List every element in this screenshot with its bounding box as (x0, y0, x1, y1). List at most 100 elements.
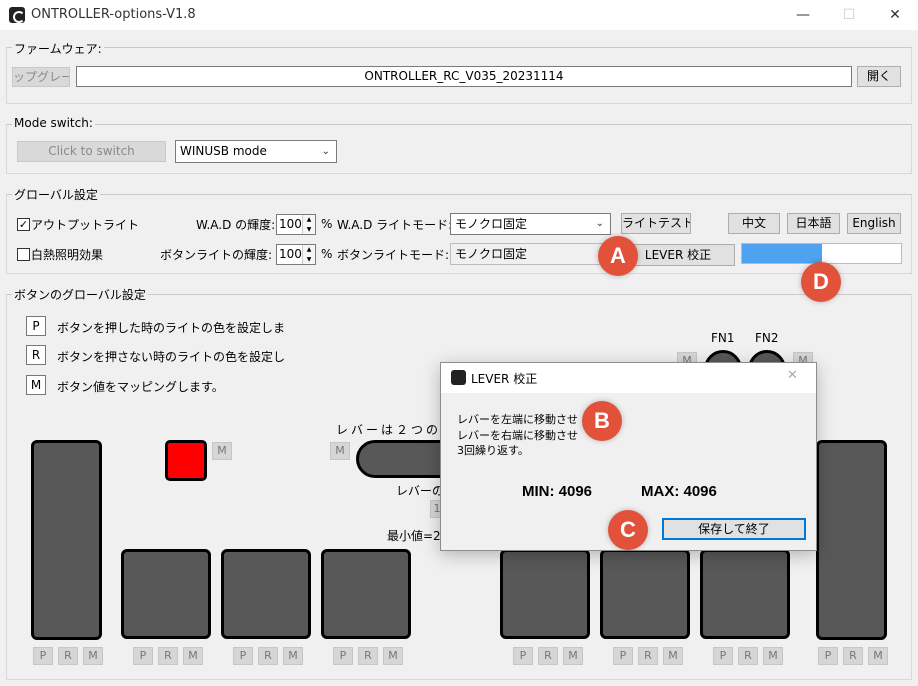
upgrade-button[interactable]: ップグレー (12, 67, 70, 87)
wad-mode-label: W.A.D ライトモード: (337, 218, 453, 232)
open-button[interactable]: 開く (857, 66, 901, 87)
fn2-label: FN2 (755, 331, 779, 345)
button-brightness-label: ボタンライトの輝度: (160, 248, 273, 262)
pad-2[interactable] (221, 549, 311, 639)
pad-r-button[interactable]: R (638, 647, 658, 665)
right-side-pad[interactable] (816, 440, 887, 640)
spin-up-icon[interactable]: ▲ (302, 245, 315, 255)
legend-text-p: ボタンを押した時のライトの色を設定しま (57, 321, 286, 335)
lang-chinese-button[interactable]: 中文 (728, 213, 780, 234)
button-mode-label: ボタンライトモード: (337, 248, 450, 262)
pad-r-button[interactable]: R (358, 647, 378, 665)
legend-key-m: M (26, 375, 46, 395)
legend-text-m: ボタン値をマッピングします。 (57, 380, 224, 394)
chevron-down-icon: ⌄ (321, 146, 330, 157)
spin-up-icon[interactable]: ▲ (302, 215, 315, 225)
dialog-title: LEVER 校正 (471, 372, 538, 386)
progress-fill (742, 244, 822, 263)
title-bar: ONTROLLER-options-V1.8 — ☐ ✕ (0, 0, 918, 30)
pad-m-button[interactable]: M (383, 647, 403, 665)
pad-r-button[interactable]: R (738, 647, 758, 665)
annotation-badge-d: D (801, 262, 841, 302)
wad-mode-value: モノクロ固定 (455, 217, 528, 231)
spin-down-icon[interactable]: ▼ (302, 254, 315, 264)
legend-key-p: P (26, 316, 46, 336)
click-to-switch-button[interactable]: Click to switch (17, 141, 166, 162)
pad-m-button[interactable]: M (83, 647, 103, 665)
lever-text-2: レバーの (396, 484, 445, 498)
pad-1[interactable] (121, 549, 211, 639)
button-global-label: ボタンのグローバル設定 (12, 286, 148, 303)
minimize-button[interactable]: — (780, 0, 826, 30)
progress-bar (741, 243, 902, 264)
incandescent-checkbox[interactable] (17, 248, 30, 261)
legend-text-r: ボタンを押さない時のライトの色を設定し (57, 350, 286, 364)
pad-m-button[interactable]: M (663, 647, 683, 665)
dialog-close-icon[interactable]: ✕ (787, 368, 798, 383)
mode-switch-label: Mode switch: (12, 116, 95, 130)
mode-select-value: WINUSB mode (180, 144, 267, 158)
maximize-button[interactable]: ☐ (826, 0, 872, 30)
pad-p-button[interactable]: P (818, 647, 838, 665)
spin-down-icon[interactable]: ▼ (302, 224, 315, 234)
pad-6[interactable] (700, 549, 790, 639)
pad-3[interactable] (321, 549, 411, 639)
close-button[interactable]: ✕ (872, 0, 918, 30)
button-percent: % (321, 247, 333, 261)
chevron-down-icon: ⌄ (595, 218, 604, 229)
dialog-instruction-3: 3回繰り返す。 (457, 444, 529, 457)
global-settings-label: グローバル設定 (12, 186, 100, 203)
button-mode-select[interactable]: モノクロ固定 (450, 243, 611, 265)
pad-r-button[interactable]: R (538, 647, 558, 665)
pad-m-button[interactable]: M (763, 647, 783, 665)
button-brightness-value: 100 (279, 247, 302, 261)
lang-japanese-button[interactable]: 日本語 (787, 213, 840, 234)
output-light-checkbox[interactable]: ✓ (17, 218, 30, 231)
dialog-instruction-1: レバーを左端に移動させ (457, 413, 578, 426)
fn1-label: FN1 (711, 331, 735, 345)
pad-p-button[interactable]: P (333, 647, 353, 665)
light-test-button[interactable]: ライトテスト (621, 213, 691, 234)
pad-4[interactable] (500, 549, 590, 639)
red-button-m[interactable]: M (212, 442, 232, 460)
dialog-min-value: MIN: 4096 (522, 483, 593, 500)
pad-m-button[interactable]: M (183, 647, 203, 665)
pad-m-button[interactable]: M (563, 647, 583, 665)
pad-5[interactable] (600, 549, 690, 639)
pad-p-button[interactable]: P (513, 647, 533, 665)
output-light-label: アウトプットライト (31, 218, 140, 232)
pad-m-button[interactable]: M (868, 647, 888, 665)
wad-brightness-spinner[interactable]: 100 ▲ ▼ (276, 214, 316, 235)
button-brightness-spinner[interactable]: 100 ▲ ▼ (276, 244, 316, 265)
legend-key-r: R (26, 345, 46, 365)
wad-brightness-label: W.A.D の輝度: (196, 218, 276, 232)
pad-p-button[interactable]: P (133, 647, 153, 665)
left-side-pad[interactable] (31, 440, 102, 640)
dialog-app-icon (451, 370, 466, 385)
pad-m-button[interactable]: M (283, 647, 303, 665)
incandescent-label: 白熱照明効果 (31, 248, 104, 262)
pad-r-button[interactable]: R (258, 647, 278, 665)
wad-mode-select[interactable]: モノクロ固定 ⌄ (450, 213, 611, 235)
lever-calibration-button[interactable]: LEVER 校正 (621, 244, 735, 266)
pad-p-button[interactable]: P (713, 647, 733, 665)
button-mode-value: モノクロ固定 (455, 247, 528, 261)
lever-m-button[interactable]: M (330, 442, 350, 460)
dialog-instruction-2: レバーを右端に移動させ (457, 429, 578, 442)
pad-r-button[interactable]: R (158, 647, 178, 665)
save-and-exit-button[interactable]: 保存して終了 (662, 518, 806, 540)
lang-english-button[interactable]: English (847, 213, 901, 234)
wad-brightness-value: 100 (279, 217, 302, 231)
annotation-badge-a: A (598, 236, 638, 276)
pad-r-button[interactable]: R (843, 647, 863, 665)
pad-p-button[interactable]: P (233, 647, 253, 665)
pad-p-button[interactable]: P (613, 647, 633, 665)
app-icon (9, 7, 25, 23)
red-button[interactable] (165, 440, 207, 481)
mode-select[interactable]: WINUSB mode ⌄ (175, 140, 337, 163)
wad-percent: % (321, 217, 333, 231)
annotation-badge-b: B (582, 401, 622, 441)
firmware-path-field[interactable]: ONTROLLER_RC_V035_20231114 (76, 66, 852, 87)
pad-p-button[interactable]: P (33, 647, 53, 665)
pad-r-button[interactable]: R (58, 647, 78, 665)
